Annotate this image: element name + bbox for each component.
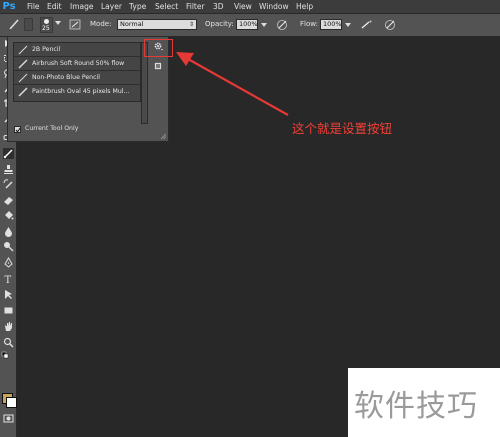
brush-preset-picker[interactable]: 25: [40, 17, 53, 33]
eraser-tool-icon[interactable]: [3, 195, 14, 206]
flow-value: 100%: [323, 20, 342, 28]
path-selection-tool-icon[interactable]: [3, 289, 14, 300]
svg-text:T: T: [5, 275, 12, 284]
settings-highlight-box: [144, 39, 173, 57]
current-tool-only-checkbox[interactable]: [14, 126, 21, 133]
zoom-tool-icon[interactable]: [3, 337, 14, 348]
menu-window[interactable]: Window: [259, 0, 289, 13]
default-colors-icon[interactable]: [1, 351, 12, 362]
quick-mask-icon[interactable]: [3, 413, 14, 424]
menu-select[interactable]: Select: [155, 0, 178, 13]
brush-size-value: 25: [42, 25, 50, 32]
airbrush-icon: [18, 59, 28, 69]
chevron-down-icon[interactable]: [55, 21, 61, 25]
mode-select[interactable]: Normal ⇕: [117, 19, 197, 30]
list-item[interactable]: Paintbrush Oval 45 pixels Mul...: [14, 85, 140, 99]
list-item[interactable]: Airbrush Soft Round 50% flow: [14, 57, 140, 71]
menu-filter[interactable]: Filter: [186, 0, 205, 13]
opacity-dropdown-icon[interactable]: [261, 23, 267, 27]
pen-tool-icon[interactable]: [3, 257, 14, 268]
current-tool-only-label: Current Tool Only: [25, 125, 79, 132]
watermark: 软件技巧: [348, 368, 500, 437]
menu-edit[interactable]: Edit: [47, 0, 62, 13]
menu-3d[interactable]: 3D: [213, 0, 224, 13]
opacity-input[interactable]: 100%: [236, 19, 258, 30]
menu-image[interactable]: Image: [70, 0, 94, 13]
pencil-icon: [18, 73, 28, 83]
list-item[interactable]: 2B Pencil: [14, 43, 140, 57]
dodge-tool-icon[interactable]: [3, 241, 14, 252]
watermark-text: 软件技巧: [354, 389, 478, 424]
brush-panel-toggle-icon[interactable]: [69, 19, 81, 30]
paintbrush-icon: [18, 87, 28, 97]
clone-stamp-tool-icon[interactable]: [3, 164, 14, 175]
flow-input[interactable]: 100%: [320, 19, 342, 30]
pressure-opacity-icon[interactable]: [276, 19, 288, 30]
new-preset-icon[interactable]: [154, 62, 162, 70]
menu-layer[interactable]: Layer: [101, 0, 122, 13]
airbrush-icon[interactable]: [360, 19, 372, 30]
tool-preset-picker-arrow[interactable]: [24, 18, 33, 31]
hand-tool-icon[interactable]: [3, 321, 14, 332]
preset-label: Paintbrush Oval 45 pixels Mul...: [32, 88, 130, 95]
blur-tool-icon[interactable]: [3, 226, 14, 237]
pressure-size-icon[interactable]: [384, 19, 396, 30]
opacity-label: Opacity:: [205, 20, 234, 28]
chevron-updown-icon: ⇕: [188, 21, 194, 28]
opacity-value: 100%: [239, 20, 258, 28]
brush-tool-icon[interactable]: [8, 18, 20, 29]
paint-bucket-tool-icon[interactable]: [3, 210, 14, 221]
rectangle-tool-icon[interactable]: [3, 305, 14, 316]
options-bar: 25 Mode: Normal ⇕ Opacity: 100% Flow: 10…: [0, 13, 500, 37]
preset-label: Non-Photo Blue Pencil: [32, 74, 100, 81]
flow-dropdown-icon[interactable]: [345, 23, 351, 27]
resize-grip-icon[interactable]: [161, 134, 166, 139]
menu-type[interactable]: Type: [129, 0, 146, 13]
menu-help[interactable]: Help: [296, 0, 313, 13]
photoshop-logo: Ps: [2, 1, 16, 12]
background-color-swatch[interactable]: [6, 397, 17, 408]
pencil-icon: [18, 45, 28, 55]
brush-tool-icon[interactable]: [3, 148, 14, 159]
annotation-label: 这个就是设置按钮: [292, 121, 393, 136]
type-tool-icon[interactable]: T: [3, 273, 14, 284]
menu-view[interactable]: View: [234, 0, 252, 13]
mode-label: Mode:: [90, 20, 112, 28]
mode-value: Normal: [120, 20, 144, 28]
history-brush-tool-icon[interactable]: [3, 179, 14, 190]
list-item[interactable]: Non-Photo Blue Pencil: [14, 71, 140, 85]
preset-label: 2B Pencil: [32, 46, 61, 53]
menu-file[interactable]: File: [27, 0, 40, 13]
flow-label: Flow:: [300, 20, 318, 28]
menu-bar: Ps File Edit Image Layer Type Select Fil…: [0, 0, 500, 13]
preset-label: Airbrush Soft Round 50% flow: [32, 60, 125, 67]
brush-tip-icon: [44, 19, 49, 24]
brush-preset-list: 2B Pencil Airbrush Soft Round 50% flow N…: [13, 42, 141, 102]
checkmark-icon: [15, 127, 21, 133]
